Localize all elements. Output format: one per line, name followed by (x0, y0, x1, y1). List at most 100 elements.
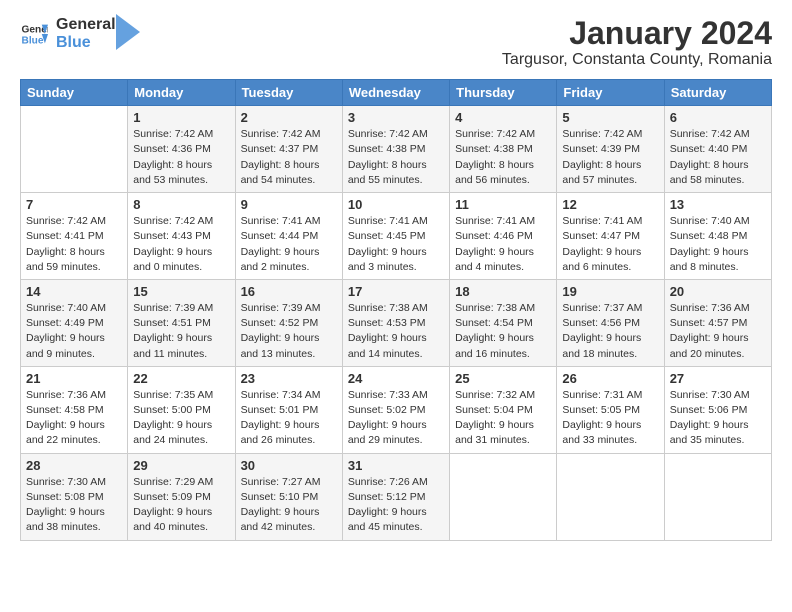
sunrise-text: Sunrise: 7:31 AM (562, 389, 642, 401)
table-row: 28 Sunrise: 7:30 AM Sunset: 5:08 PM Dayl… (21, 453, 128, 540)
sunset-text: Sunset: 5:04 PM (455, 404, 533, 416)
daylight-text: Daylight: 8 hours and 57 minutes. (562, 159, 641, 186)
sunrise-text: Sunrise: 7:42 AM (670, 128, 750, 140)
table-row: 13 Sunrise: 7:40 AM Sunset: 4:48 PM Dayl… (664, 193, 771, 280)
daylight-text: Daylight: 9 hours and 4 minutes. (455, 246, 534, 273)
table-row: 2 Sunrise: 7:42 AM Sunset: 4:37 PM Dayli… (235, 106, 342, 193)
daylight-text: Daylight: 9 hours and 18 minutes. (562, 332, 641, 359)
header-friday: Friday (557, 80, 664, 106)
day-number: 29 (133, 458, 229, 473)
day-number: 14 (26, 284, 122, 299)
table-row (21, 106, 128, 193)
day-number: 8 (133, 197, 229, 212)
sunrise-text: Sunrise: 7:36 AM (670, 302, 750, 314)
sunrise-text: Sunrise: 7:41 AM (348, 215, 428, 227)
day-number: 23 (241, 371, 337, 386)
day-number: 5 (562, 110, 658, 125)
table-row: 23 Sunrise: 7:34 AM Sunset: 5:01 PM Dayl… (235, 366, 342, 453)
sunset-text: Sunset: 4:45 PM (348, 230, 426, 242)
sunrise-text: Sunrise: 7:27 AM (241, 476, 321, 488)
header-tuesday: Tuesday (235, 80, 342, 106)
calendar-title: January 2024 (502, 16, 772, 51)
sunrise-text: Sunrise: 7:30 AM (670, 389, 750, 401)
table-row: 11 Sunrise: 7:41 AM Sunset: 4:46 PM Dayl… (450, 193, 557, 280)
header-sunday: Sunday (21, 80, 128, 106)
sunset-text: Sunset: 5:06 PM (670, 404, 748, 416)
sunset-text: Sunset: 5:00 PM (133, 404, 211, 416)
table-row: 4 Sunrise: 7:42 AM Sunset: 4:38 PM Dayli… (450, 106, 557, 193)
sunrise-text: Sunrise: 7:26 AM (348, 476, 428, 488)
daylight-text: Daylight: 9 hours and 9 minutes. (26, 332, 105, 359)
daylight-text: Daylight: 9 hours and 42 minutes. (241, 506, 320, 533)
sunrise-text: Sunrise: 7:39 AM (133, 302, 213, 314)
day-number: 17 (348, 284, 444, 299)
daylight-text: Daylight: 9 hours and 35 minutes. (670, 419, 749, 446)
sunset-text: Sunset: 4:49 PM (26, 317, 104, 329)
sunset-text: Sunset: 4:48 PM (670, 230, 748, 242)
daylight-text: Daylight: 9 hours and 16 minutes. (455, 332, 534, 359)
sunrise-text: Sunrise: 7:36 AM (26, 389, 106, 401)
table-row: 27 Sunrise: 7:30 AM Sunset: 5:06 PM Dayl… (664, 366, 771, 453)
sunrise-text: Sunrise: 7:42 AM (348, 128, 428, 140)
header-saturday: Saturday (664, 80, 771, 106)
sunset-text: Sunset: 5:05 PM (562, 404, 640, 416)
logo-triangle (116, 14, 140, 50)
sunset-text: Sunset: 4:52 PM (241, 317, 319, 329)
daylight-text: Daylight: 9 hours and 14 minutes. (348, 332, 427, 359)
day-number: 16 (241, 284, 337, 299)
table-row: 1 Sunrise: 7:42 AM Sunset: 4:36 PM Dayli… (128, 106, 235, 193)
sunset-text: Sunset: 4:38 PM (455, 143, 533, 155)
day-number: 22 (133, 371, 229, 386)
day-number: 25 (455, 371, 551, 386)
day-number: 3 (348, 110, 444, 125)
sunrise-text: Sunrise: 7:30 AM (26, 476, 106, 488)
table-row: 6 Sunrise: 7:42 AM Sunset: 4:40 PM Dayli… (664, 106, 771, 193)
table-row: 9 Sunrise: 7:41 AM Sunset: 4:44 PM Dayli… (235, 193, 342, 280)
header-wednesday: Wednesday (342, 80, 449, 106)
svg-text:Blue: Blue (22, 35, 44, 46)
sunset-text: Sunset: 4:40 PM (670, 143, 748, 155)
sunrise-text: Sunrise: 7:42 AM (133, 128, 213, 140)
day-number: 1 (133, 110, 229, 125)
header-monday: Monday (128, 80, 235, 106)
day-number: 11 (455, 197, 551, 212)
day-number: 24 (348, 371, 444, 386)
sunset-text: Sunset: 4:56 PM (562, 317, 640, 329)
day-number: 18 (455, 284, 551, 299)
sunset-text: Sunset: 5:12 PM (348, 491, 426, 503)
sunrise-text: Sunrise: 7:32 AM (455, 389, 535, 401)
daylight-text: Daylight: 8 hours and 59 minutes. (26, 246, 105, 273)
day-number: 2 (241, 110, 337, 125)
sunset-text: Sunset: 4:39 PM (562, 143, 640, 155)
daylight-text: Daylight: 8 hours and 53 minutes. (133, 159, 212, 186)
calendar-week-row: 21 Sunrise: 7:36 AM Sunset: 4:58 PM Dayl… (21, 366, 772, 453)
daylight-text: Daylight: 9 hours and 31 minutes. (455, 419, 534, 446)
day-number: 31 (348, 458, 444, 473)
table-row (450, 453, 557, 540)
daylight-text: Daylight: 9 hours and 38 minutes. (26, 506, 105, 533)
table-row: 24 Sunrise: 7:33 AM Sunset: 5:02 PM Dayl… (342, 366, 449, 453)
day-number: 12 (562, 197, 658, 212)
sunrise-text: Sunrise: 7:29 AM (133, 476, 213, 488)
day-number: 7 (26, 197, 122, 212)
sunset-text: Sunset: 4:51 PM (133, 317, 211, 329)
header: General Blue General Blue January 2024 T… (20, 16, 772, 69)
sunrise-text: Sunrise: 7:42 AM (562, 128, 642, 140)
sunset-text: Sunset: 4:46 PM (455, 230, 533, 242)
sunrise-text: Sunrise: 7:33 AM (348, 389, 428, 401)
calendar-week-row: 14 Sunrise: 7:40 AM Sunset: 4:49 PM Dayl… (21, 279, 772, 366)
sunrise-text: Sunrise: 7:42 AM (455, 128, 535, 140)
daylight-text: Daylight: 9 hours and 45 minutes. (348, 506, 427, 533)
calendar-table: Sunday Monday Tuesday Wednesday Thursday… (20, 79, 772, 540)
table-row: 20 Sunrise: 7:36 AM Sunset: 4:57 PM Dayl… (664, 279, 771, 366)
logo-blue: Blue (56, 34, 116, 52)
table-row (557, 453, 664, 540)
sunrise-text: Sunrise: 7:37 AM (562, 302, 642, 314)
daylight-text: Daylight: 9 hours and 8 minutes. (670, 246, 749, 273)
daylight-text: Daylight: 9 hours and 11 minutes. (133, 332, 212, 359)
daylight-text: Daylight: 9 hours and 40 minutes. (133, 506, 212, 533)
daylight-text: Daylight: 8 hours and 54 minutes. (241, 159, 320, 186)
daylight-text: Daylight: 9 hours and 0 minutes. (133, 246, 212, 273)
table-row (664, 453, 771, 540)
day-number: 28 (26, 458, 122, 473)
